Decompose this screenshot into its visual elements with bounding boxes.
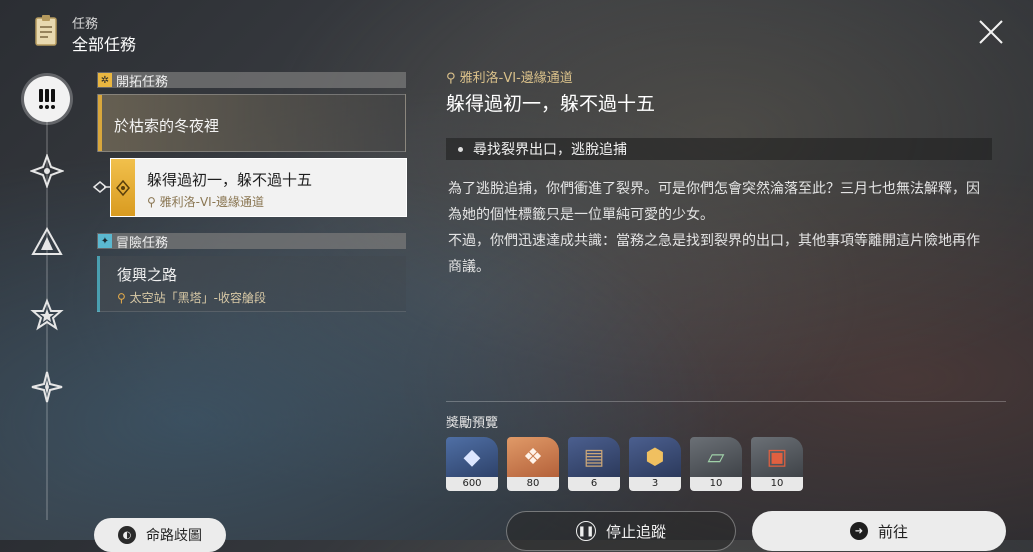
detail-title: 躲得過初一，躲不過十五 [446, 93, 656, 115]
quest-accent-bar [98, 95, 102, 151]
quest-location-text: 雅利洛-VI-邊緣通道 [159, 195, 265, 209]
description-paragraph: 不過，你們迅速達成共識：當務之急是找到裂界的出口，其他事項等離開這片險地再作商議… [448, 233, 980, 275]
location-pin-icon: ⚲ [117, 291, 130, 305]
header-category: 任務 [72, 17, 99, 32]
quest-title: 復興之路 [117, 266, 178, 284]
button-label: 命路歧圖 [146, 528, 202, 544]
stellar-jade-icon: ◆ [446, 437, 498, 477]
crystal-icon: ❖ [507, 437, 559, 477]
location-pin-icon: ⚲ [446, 71, 460, 86]
rail-item-companion[interactable] [30, 226, 64, 260]
planet-icon: ◐ [118, 526, 136, 544]
rewards-divider [446, 401, 1006, 402]
reward-item[interactable]: ⬢ 3 [629, 437, 681, 491]
objective-bullet-icon [458, 146, 463, 152]
rail-item-all-quests[interactable] [24, 76, 70, 122]
reward-count: 10 [690, 477, 742, 491]
reward-item[interactable]: ▱ 10 [690, 437, 742, 491]
trailblaze-mark-icon [116, 179, 130, 197]
quest-card-adventure[interactable]: 復興之路 ⚲ 太空站「黑塔」-收容艙段 [97, 256, 406, 312]
adventure-badge-icon: ✦ [98, 234, 112, 248]
pause-icon: ❚❚ [575, 521, 596, 541]
reward-count: 3 [629, 477, 681, 491]
quest-description: 為了逃脫追捕，你們衝進了裂界。可是你們怎會突然淪落至此？三月七也無法解釋，因為她… [448, 176, 988, 280]
relic-box-icon: ▣ [751, 437, 803, 477]
book-icon: ▤ [568, 437, 620, 477]
pathway-map-button[interactable]: ◐ 命路歧圖 [94, 518, 226, 552]
quest-location: ⚲ 太空站「黑塔」-收容艙段 [117, 289, 266, 306]
selected-pointer-icon [92, 181, 110, 193]
exclamation-icon [39, 89, 55, 109]
reward-count: 6 [568, 477, 620, 491]
reward-count: 600 [446, 477, 498, 491]
detail-location-text: 雅利洛-VI-邊緣通道 [459, 71, 573, 86]
quest-title: 於枯索的冬夜裡 [114, 117, 220, 135]
section-label: 開拓任務 [116, 74, 169, 90]
quest-card-main[interactable]: 於枯索的冬夜裡 [97, 94, 406, 152]
reward-item[interactable]: ❖ 80 [507, 437, 559, 491]
map-material-icon: ▱ [690, 437, 742, 477]
description-paragraph: 為了逃脫追捕，你們衝進了裂界。可是你們怎會突然淪落至此？三月七也無法解釋，因為她… [448, 181, 980, 223]
quest-log-icon [35, 15, 57, 46]
reward-item[interactable]: ▤ 6 [568, 437, 620, 491]
quest-card-selected[interactable]: 躲得過初一，躲不過十五 ⚲ 雅利洛-VI-邊緣通道 [110, 158, 407, 217]
rail-item-trailblaze[interactable] [30, 154, 64, 188]
rail-item-adventure[interactable] [30, 298, 64, 332]
quest-accent-bar [97, 256, 100, 312]
lightcone-icon: ⬢ [629, 437, 681, 477]
page-title: 全部任務 [72, 35, 137, 54]
location-pin-icon: ⚲ [147, 195, 160, 209]
close-icon[interactable] [975, 16, 1007, 48]
reward-item[interactable]: ▣ 10 [751, 437, 803, 491]
rewards-label: 獎勵預覽 [446, 416, 499, 431]
reward-count: 10 [751, 477, 803, 491]
reward-count: 80 [507, 477, 559, 491]
card-divider [97, 311, 406, 312]
button-label: 停止追蹤 [605, 522, 666, 541]
section-header-adventure: ✦ 冒險任務 [97, 233, 406, 251]
button-label: 前往 [877, 522, 908, 541]
section-header-trailblaze: ✲ 開拓任務 [97, 72, 406, 90]
trailblaze-badge-icon: ✲ [98, 73, 112, 87]
section-label: 冒險任務 [116, 235, 169, 251]
quest-location-text: 太空站「黑塔」-收容艙段 [129, 291, 266, 305]
quest-title: 躲得過初一，躲不過十五 [147, 171, 313, 189]
objective-bar: 尋找裂界出口，逃脫追捕 [446, 138, 992, 160]
stop-tracking-button[interactable]: ❚❚ 停止追蹤 [506, 511, 736, 551]
arrow-right-icon: ➜ [849, 522, 868, 540]
quest-location: ⚲ 雅利洛-VI-邊緣通道 [147, 193, 264, 210]
detail-location: ⚲ 雅利洛-VI-邊緣通道 [446, 67, 573, 86]
reward-item[interactable]: ◆ 600 [446, 437, 498, 491]
go-to-button[interactable]: ➜ 前往 [752, 511, 1006, 551]
objective-text: 尋找裂界出口，逃脫追捕 [473, 142, 627, 158]
tracked-tag [111, 159, 135, 216]
rail-item-daily[interactable] [30, 370, 64, 404]
